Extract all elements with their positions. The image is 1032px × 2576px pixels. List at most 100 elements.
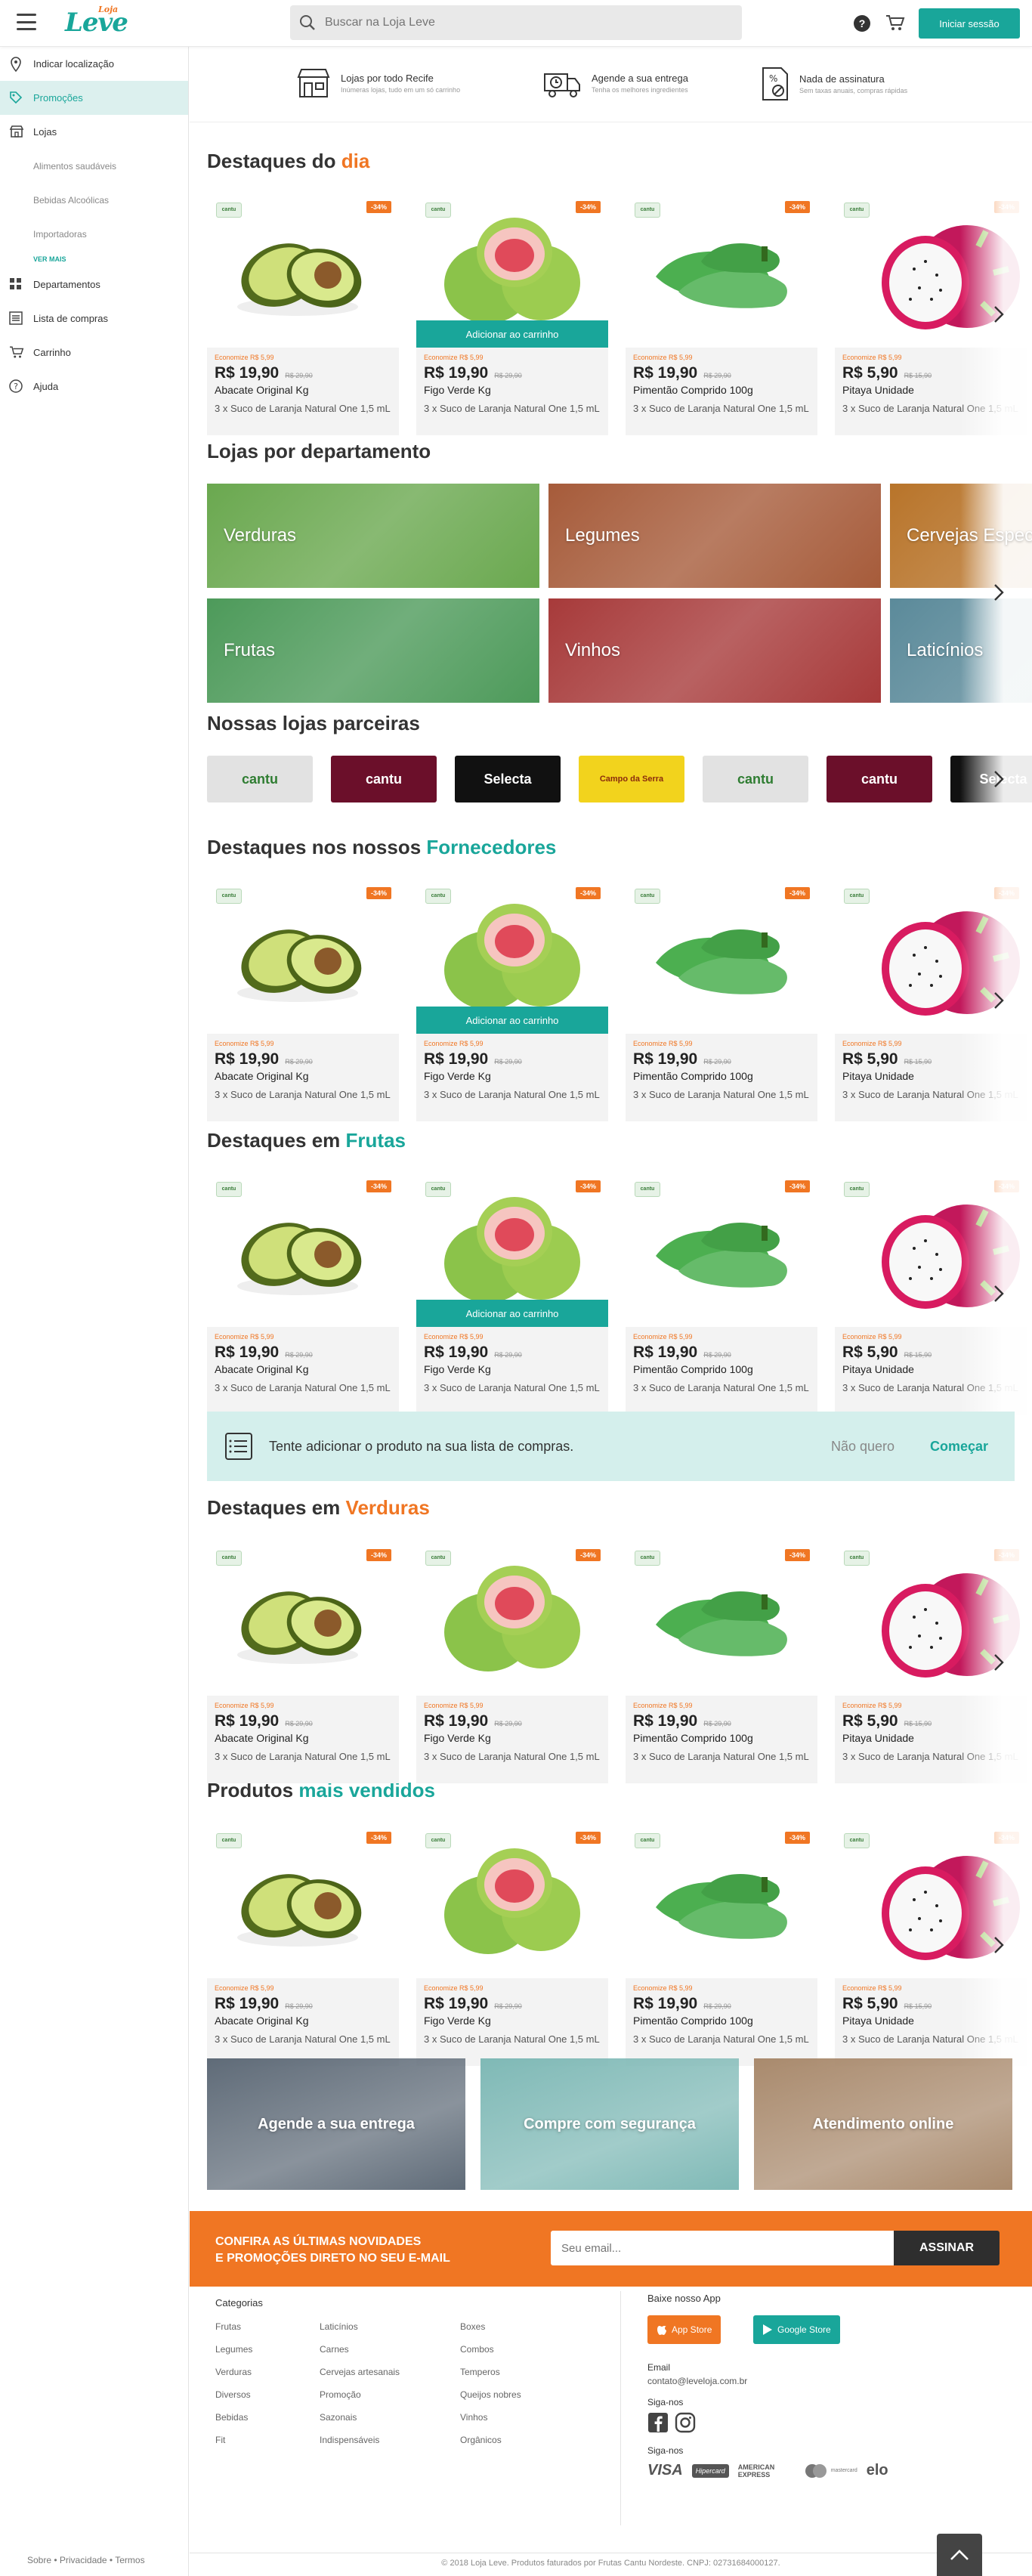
email-link[interactable]: contato@leveloja.com.br	[647, 2376, 747, 2386]
footer-category-link[interactable]: Verduras	[215, 2367, 252, 2389]
partner-store-logo[interactable]: cantu	[331, 756, 437, 802]
product-image[interactable]: cantu -34%	[626, 1542, 817, 1696]
product-card[interactable]: cantu -34% Adicionar ao carrinho Economize …	[416, 880, 608, 1121]
logo[interactable]: Loja Leve	[65, 5, 128, 38]
product-name[interactable]: Figo Verde Kg	[424, 1070, 601, 1082]
chevron-right-icon[interactable]	[987, 988, 1011, 1013]
product-image[interactable]: cantu -34%	[626, 193, 817, 348]
google-store-button[interactable]: Google Store	[753, 2315, 840, 2344]
dept-vinhos[interactable]: Vinhos	[548, 598, 881, 703]
sidebar-item-promocoes[interactable]: Promoções	[0, 81, 188, 115]
dept-frutas[interactable]: Frutas	[207, 598, 539, 703]
footer-category-link[interactable]: Legumes	[215, 2344, 252, 2367]
product-card[interactable]: cantu -34% Economize R$ 5,99 R$ 19,90 R$ 29,…	[207, 1173, 399, 1415]
sidebar-item-carrinho[interactable]: Carrinho	[0, 336, 188, 370]
sidebar-ver-mais[interactable]: VER MAIS	[0, 251, 188, 267]
product-name[interactable]: Abacate Original Kg	[215, 1070, 391, 1082]
product-name[interactable]: Pitaya Unidade	[842, 1363, 1019, 1375]
menu-icon[interactable]	[17, 14, 36, 30]
product-image[interactable]: cantu -34%	[416, 1824, 608, 1978]
sidebar-sub-bebidas[interactable]: Bebidas Alcoólicas	[0, 183, 188, 217]
footer-category-link[interactable]: Laticínios	[320, 2321, 400, 2344]
product-card[interactable]: cantu -34% Adicionar ao carrinho Economize …	[416, 1173, 608, 1415]
product-card[interactable]: cantu -34% Economize R$ 5,99 R$ 19,90 R$ 29,…	[416, 1824, 608, 2066]
product-card[interactable]: cantu -34% Economize R$ 5,99 R$ 19,90 R$ 29,…	[626, 1824, 817, 2066]
product-name[interactable]: Pitaya Unidade	[842, 1732, 1019, 1744]
product-card[interactable]: cantu -34% Economize R$ 5,99 R$ 19,90 R$ 29,…	[416, 1542, 608, 1783]
dept-verduras[interactable]: Verduras	[207, 484, 539, 588]
footer-category-link[interactable]: Vinhos	[460, 2412, 521, 2435]
product-card[interactable]: cantu -34% Adicionar ao carrinho Economize …	[416, 193, 608, 435]
sidebar-item-ajuda[interactable]: ? Ajuda	[0, 370, 188, 404]
footer-category-link[interactable]: Queijos nobres	[460, 2389, 521, 2412]
chevron-right-icon[interactable]	[987, 1282, 1011, 1306]
product-name[interactable]: Figo Verde Kg	[424, 384, 601, 396]
dept-laticinios[interactable]: Laticínios	[890, 598, 1032, 703]
product-image[interactable]: cantu -34%	[207, 1173, 399, 1327]
facebook-icon[interactable]	[647, 2412, 669, 2433]
cart-icon[interactable]	[885, 14, 905, 36]
footer-category-link[interactable]: Promoção	[320, 2389, 400, 2412]
start-button[interactable]: Começar	[930, 1439, 988, 1455]
sidebar-footer-links[interactable]: Sobre • Privacidade • Termos	[27, 2555, 145, 2565]
add-to-cart-button[interactable]: Adicionar ao carrinho	[416, 1300, 608, 1327]
chevron-right-icon[interactable]	[987, 580, 1011, 605]
footer-category-link[interactable]: Carnes	[320, 2344, 400, 2367]
product-name[interactable]: Pimentão Comprido 100g	[633, 1732, 810, 1744]
footer-category-link[interactable]: Combos	[460, 2344, 521, 2367]
product-image[interactable]: cantu -34%	[626, 1824, 817, 1978]
product-image[interactable]: cantu -34%	[207, 1542, 399, 1696]
chevron-right-icon[interactable]	[987, 767, 1011, 791]
promo-entrega[interactable]: Agende a sua entrega	[207, 2058, 465, 2190]
sidebar-item-lojas[interactable]: Lojas	[0, 115, 188, 149]
product-image[interactable]: cantu -34%	[416, 1542, 608, 1696]
app-store-button[interactable]: App Store	[647, 2315, 721, 2344]
product-image[interactable]: cantu -34%	[207, 880, 399, 1034]
footer-category-link[interactable]: Bebidas	[215, 2412, 252, 2435]
scroll-to-top-button[interactable]	[937, 2534, 982, 2576]
product-name[interactable]: Abacate Original Kg	[215, 1363, 391, 1375]
footer-category-link[interactable]: Indispensáveis	[320, 2435, 400, 2457]
product-name[interactable]: Pimentão Comprido 100g	[633, 1070, 810, 1082]
product-name[interactable]: Pimentão Comprido 100g	[633, 2015, 810, 2027]
sidebar-sub-alimentos[interactable]: Alimentos saudáveis	[0, 149, 188, 183]
footer-category-link[interactable]: Frutas	[215, 2321, 252, 2344]
product-card[interactable]: cantu -34% Economize R$ 5,99 R$ 19,90 R$ 29,…	[207, 193, 399, 435]
chevron-right-icon[interactable]	[987, 1933, 1011, 1957]
footer-category-link[interactable]: Temperos	[460, 2367, 521, 2389]
sidebar-item-location[interactable]: Indicar localização	[0, 47, 188, 81]
instagram-icon[interactable]	[675, 2412, 696, 2433]
promo-atendimento[interactable]: Atendimento online	[754, 2058, 1012, 2190]
product-card[interactable]: cantu -34% Economize R$ 5,99 R$ 19,90 R$ 29,…	[626, 193, 817, 435]
footer-category-link[interactable]: Cervejas artesanais	[320, 2367, 400, 2389]
product-card[interactable]: cantu -34% Economize R$ 5,99 R$ 19,90 R$ 29,…	[626, 1173, 817, 1415]
product-image[interactable]: cantu -34% Adicionar ao carrinho	[416, 193, 608, 348]
partner-store-logo[interactable]: Campo da Serra	[579, 756, 684, 802]
product-name[interactable]: Pimentão Comprido 100g	[633, 384, 810, 396]
product-name[interactable]: Figo Verde Kg	[424, 2015, 601, 2027]
help-icon[interactable]: ?	[854, 15, 870, 32]
footer-category-link[interactable]: Sazonais	[320, 2412, 400, 2435]
product-name[interactable]: Pitaya Unidade	[842, 2015, 1019, 2027]
product-name[interactable]: Figo Verde Kg	[424, 1363, 601, 1375]
product-name[interactable]: Abacate Original Kg	[215, 2015, 391, 2027]
email-field[interactable]	[551, 2231, 894, 2265]
subscribe-button[interactable]: ASSINAR	[894, 2231, 1000, 2265]
partner-store-logo[interactable]: cantu	[827, 756, 932, 802]
product-image[interactable]: cantu -34%	[626, 1173, 817, 1327]
product-image[interactable]: cantu -34% Adicionar ao carrinho	[416, 1173, 608, 1327]
add-to-cart-button[interactable]: Adicionar ao carrinho	[416, 1007, 608, 1034]
footer-category-link[interactable]: Diversos	[215, 2389, 252, 2412]
product-card[interactable]: cantu -34% Economize R$ 5,99 R$ 19,90 R$ 29,…	[626, 880, 817, 1121]
partner-store-logo[interactable]: cantu	[703, 756, 808, 802]
partner-store-logo[interactable]: Selecta	[455, 756, 561, 802]
dept-cervejas[interactable]: Cervejas Especiais	[890, 484, 1032, 588]
partner-store-logo[interactable]: cantu	[207, 756, 313, 802]
sidebar-item-departamentos[interactable]: Departamentos	[0, 267, 188, 302]
promo-seguranca[interactable]: Compre com segurança	[480, 2058, 739, 2190]
product-name[interactable]: Abacate Original Kg	[215, 1732, 391, 1744]
search-icon[interactable]	[290, 14, 325, 31]
product-image[interactable]: cantu -34% Adicionar ao carrinho	[416, 880, 608, 1034]
product-image[interactable]: cantu -34%	[207, 193, 399, 348]
sidebar-sub-importadoras[interactable]: Importadoras	[0, 217, 188, 251]
